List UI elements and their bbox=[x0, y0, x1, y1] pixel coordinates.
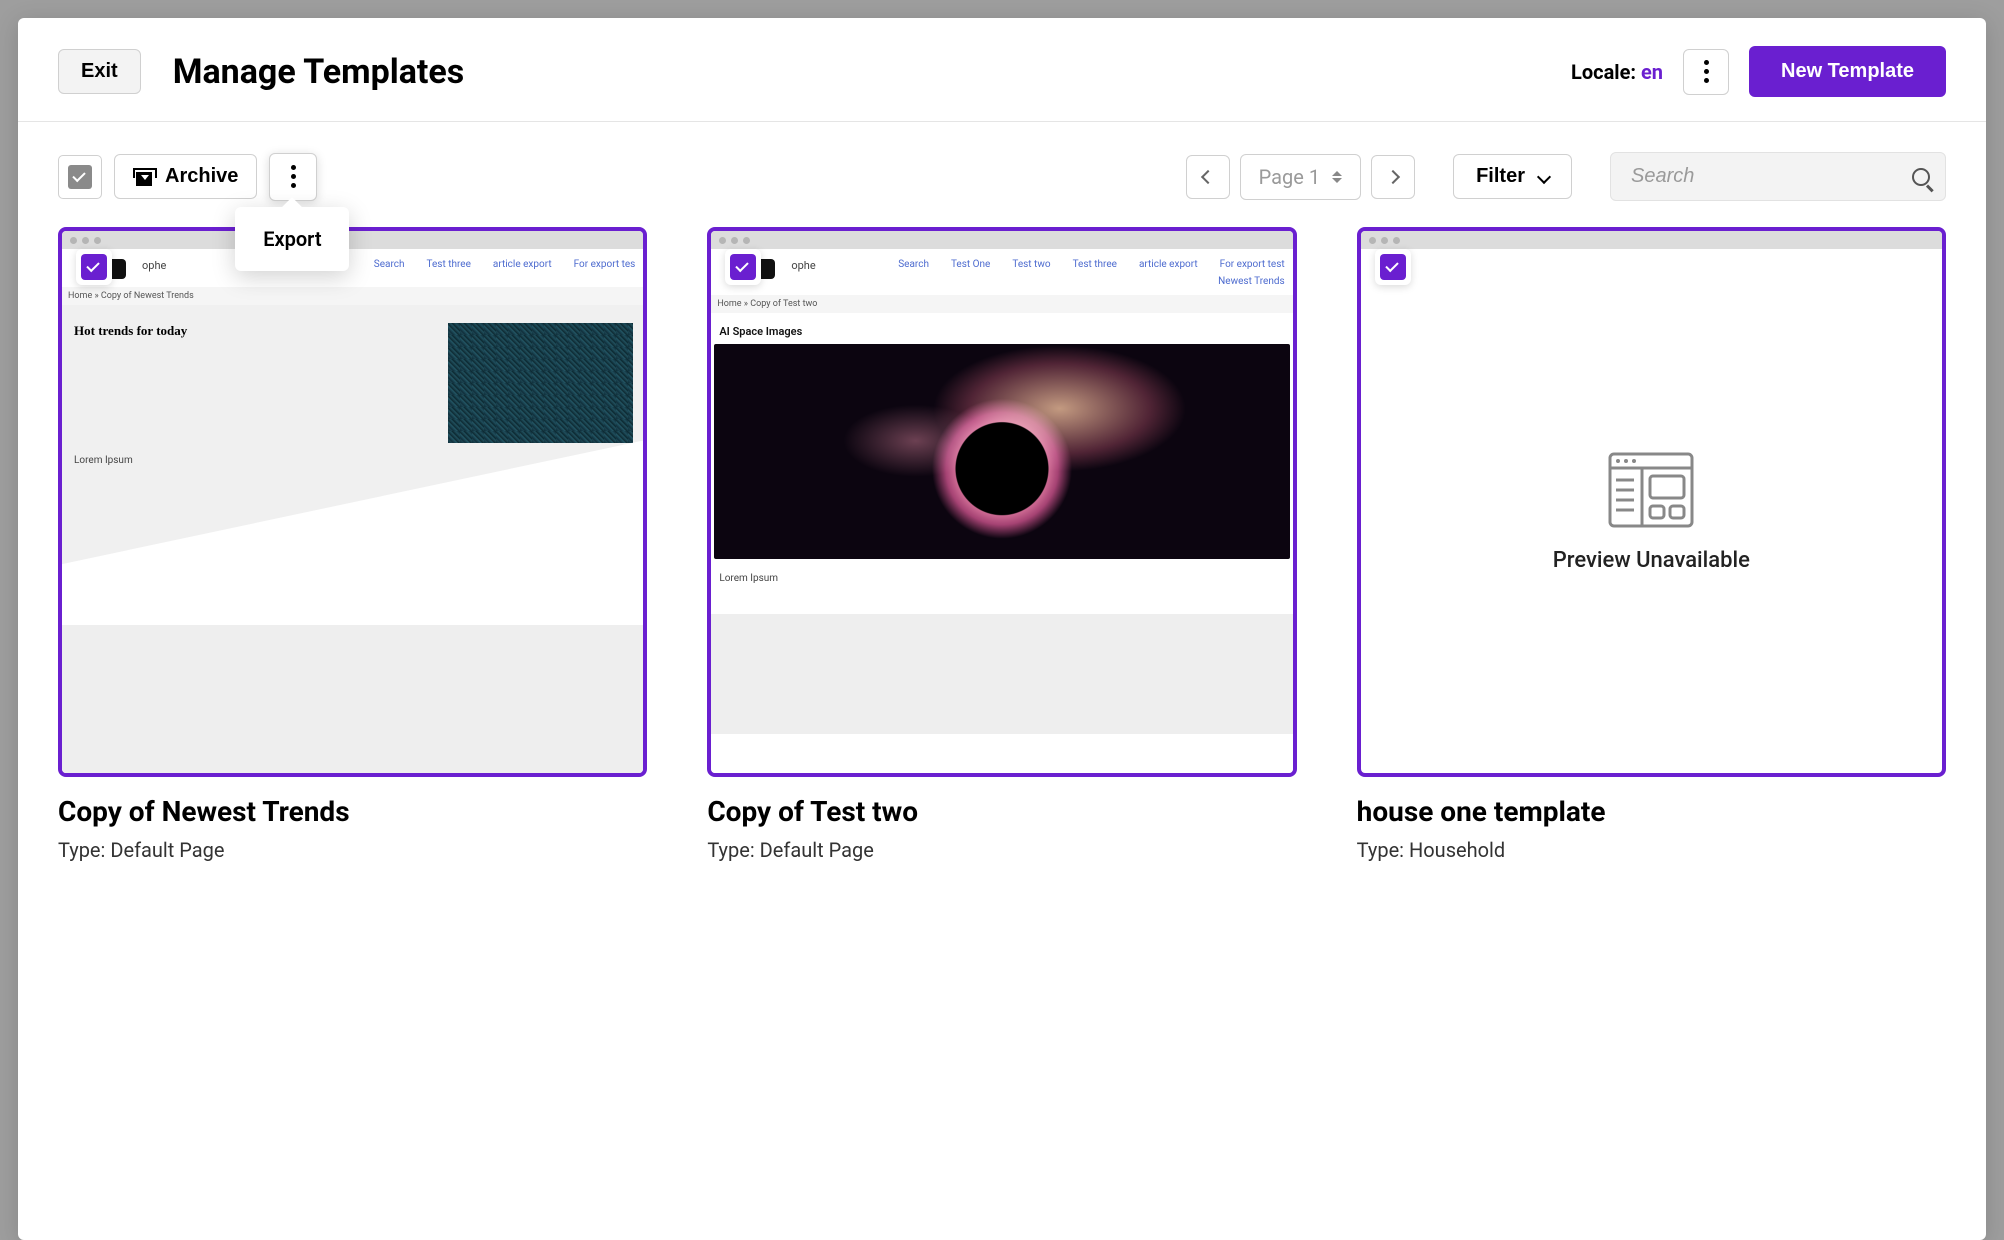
card-checkbox[interactable] bbox=[725, 249, 761, 285]
card-type: Type: Default Page bbox=[58, 838, 647, 862]
search-input[interactable] bbox=[1610, 152, 1946, 201]
sort-icon bbox=[1332, 171, 1342, 183]
batch-more-button[interactable] bbox=[269, 153, 317, 201]
card-checkbox[interactable] bbox=[76, 249, 112, 285]
toolbar: Archive Export Page 1 Filter bbox=[18, 122, 1986, 217]
checkmark-icon bbox=[81, 254, 107, 280]
template-preview[interactable]: ophe Search Test three article export Fo… bbox=[58, 227, 647, 777]
site-nav-link: article export bbox=[1139, 259, 1198, 270]
hero-image bbox=[714, 344, 1289, 559]
site-breadcrumb: Home » Copy of Test two bbox=[711, 295, 1292, 313]
card-checkbox[interactable] bbox=[1375, 249, 1411, 285]
card-title: Copy of Test two bbox=[707, 795, 1296, 828]
page-prev-button[interactable] bbox=[1186, 155, 1230, 199]
template-card: ophe Search Test three article export Fo… bbox=[58, 227, 647, 1220]
site-nav-link: Test three bbox=[1073, 259, 1117, 270]
card-title: house one template bbox=[1357, 795, 1946, 828]
preview-unavailable-text: Preview Unavailable bbox=[1553, 548, 1750, 573]
site-nav-link: article export bbox=[493, 259, 552, 270]
site-nav-link: Newest Trends bbox=[1218, 276, 1285, 287]
template-preview[interactable]: ophe Search Test One Test two Test three… bbox=[707, 227, 1296, 777]
site-breadcrumb: Home » Copy of Newest Trends bbox=[62, 287, 643, 305]
new-template-button[interactable]: New Template bbox=[1749, 46, 1946, 97]
filter-label: Filter bbox=[1476, 165, 1525, 188]
exit-button[interactable]: Exit bbox=[58, 49, 141, 94]
lorem-text: Lorem Ipsum bbox=[711, 559, 1292, 614]
popover-export[interactable]: Export bbox=[253, 227, 331, 251]
site-footer bbox=[711, 614, 1292, 734]
site-footer bbox=[62, 625, 643, 777]
search-icon bbox=[1912, 168, 1930, 186]
site-nav-link: Test One bbox=[951, 259, 990, 270]
site-nav-link: For export tes bbox=[574, 259, 636, 270]
card-title: Copy of Newest Trends bbox=[58, 795, 647, 828]
templates-grid: ophe Search Test three article export Fo… bbox=[18, 217, 1986, 1240]
page-label: Page 1 bbox=[1259, 165, 1320, 189]
site-nav-link: Test three bbox=[427, 259, 471, 270]
browser-chrome-icon bbox=[711, 231, 1292, 249]
checkmark-icon bbox=[1380, 254, 1406, 280]
hero-image bbox=[448, 323, 633, 443]
page-next-button[interactable] bbox=[1371, 155, 1415, 199]
site-brand: ophe bbox=[142, 259, 166, 272]
kebab-icon bbox=[291, 165, 296, 188]
archive-button[interactable]: Archive bbox=[114, 154, 257, 199]
kebab-icon bbox=[1704, 60, 1709, 83]
site-nav: Search Test three article export For exp… bbox=[374, 259, 636, 270]
site-nav-link: For export test bbox=[1220, 259, 1285, 270]
locale-indicator[interactable]: Locale: en bbox=[1571, 60, 1663, 84]
checkmark-icon bbox=[68, 165, 92, 189]
site-nav-link: Test two bbox=[1012, 259, 1050, 270]
site-nav-link: Search bbox=[898, 259, 929, 270]
site-brand: ophe bbox=[791, 259, 815, 272]
site-nav-link: Search bbox=[374, 259, 405, 270]
batch-popover: Export bbox=[235, 207, 349, 271]
template-card: Preview Unavailable house one template T… bbox=[1357, 227, 1946, 1220]
archive-label: Archive bbox=[165, 165, 238, 188]
page-title: Manage Templates bbox=[173, 52, 465, 92]
header-more-button[interactable] bbox=[1683, 49, 1729, 95]
card-type: Type: Household bbox=[1357, 838, 1946, 862]
site-heading: AI Space Images bbox=[711, 313, 1292, 338]
select-all-checkbox[interactable] bbox=[58, 155, 102, 199]
checkmark-icon bbox=[730, 254, 756, 280]
locale-value: en bbox=[1641, 60, 1663, 84]
template-preview[interactable]: Preview Unavailable bbox=[1357, 227, 1946, 777]
filter-button[interactable]: Filter bbox=[1453, 154, 1572, 199]
locale-label: Locale: bbox=[1571, 60, 1641, 84]
template-card: ophe Search Test One Test two Test three… bbox=[707, 227, 1296, 1220]
topbar: Exit Manage Templates Locale: en New Tem… bbox=[18, 18, 1986, 122]
browser-chrome-icon bbox=[62, 231, 643, 249]
card-type: Type: Default Page bbox=[707, 838, 1296, 862]
chevron-down-icon bbox=[1537, 169, 1551, 183]
archive-icon bbox=[133, 166, 155, 188]
site-nav: Search Test One Test two Test three arti… bbox=[826, 259, 1285, 287]
chevron-left-icon bbox=[1201, 169, 1215, 183]
preview-unavailable-icon bbox=[1606, 450, 1696, 530]
chevron-right-icon bbox=[1386, 169, 1400, 183]
lorem-text: Lorem Ipsum bbox=[74, 455, 133, 466]
page-selector[interactable]: Page 1 bbox=[1240, 154, 1361, 200]
browser-chrome-icon bbox=[1361, 231, 1942, 249]
